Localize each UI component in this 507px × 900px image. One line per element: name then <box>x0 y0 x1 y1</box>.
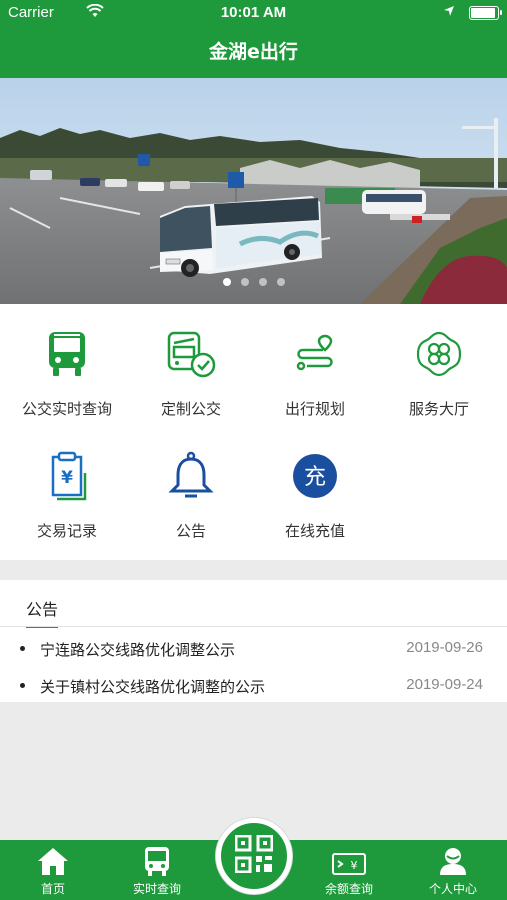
announcement-title: 关于镇村公交线路优化调整的公示 <box>40 678 266 696</box>
pager-dot[interactable] <box>240 278 249 286</box>
announcement-panel: 公告 宁连路公交线路优化调整公示 2019-09-26 关于镇村公交线路优化调整… <box>0 580 507 702</box>
tile-label: 定制公交 <box>160 400 221 418</box>
tile-transactions[interactable]: ¥ 交易记录 <box>4 448 130 541</box>
bullet <box>20 683 25 688</box>
tab-balance[interactable]: ¥ 余额查询 <box>299 840 399 900</box>
tab-home[interactable]: 首页 <box>3 840 103 900</box>
pager-dot[interactable] <box>276 278 285 286</box>
divider <box>0 626 507 627</box>
custom-bus-icon <box>163 326 219 382</box>
svg-text:¥: ¥ <box>351 859 358 872</box>
tile-label: 公交实时查询 <box>21 400 112 418</box>
tab-label: 个人中心 <box>428 882 477 896</box>
location-arrow-icon <box>443 4 455 21</box>
tile-label: 交易记录 <box>36 522 97 540</box>
carousel-pager <box>0 271 507 290</box>
tile-label: 公告 <box>175 522 206 540</box>
recharge-icon-glyph: 充 <box>304 465 326 490</box>
service-grid: 公交实时查询 定制公交 出行规划 服务大厅 ¥ 交易记录 公告 充 在线充值 <box>0 304 507 560</box>
bus-icon <box>39 326 95 382</box>
bus-front-icon <box>107 840 207 876</box>
tile-bus-realtime[interactable]: 公交实时查询 <box>4 326 130 419</box>
battery-icon <box>469 6 502 20</box>
bullet <box>20 646 25 651</box>
tile-service-hall[interactable]: 服务大厅 <box>376 326 502 419</box>
tab-label: 首页 <box>40 882 65 896</box>
pager-dot[interactable] <box>222 278 231 286</box>
bell-icon <box>163 448 219 504</box>
status-bar: Carrier 10:01 AM <box>0 0 507 26</box>
tab-profile[interactable]: 个人中心 <box>403 840 503 900</box>
banner-carousel[interactable] <box>0 78 507 304</box>
nav-bar: 金湖e出行 <box>0 26 507 78</box>
announcement-title: 宁连路公交线路优化调整公示 <box>40 641 236 659</box>
svg-text:¥: ¥ <box>61 468 73 488</box>
route-plan-icon <box>287 326 343 382</box>
list-item[interactable]: 关于镇村公交线路优化调整的公示 2019-09-24 <box>0 671 507 699</box>
announcement-date: 2019-09-24 <box>406 676 483 693</box>
list-item[interactable]: 宁连路公交线路优化调整公示 2019-09-26 <box>0 634 507 662</box>
tile-label: 在线充值 <box>284 522 345 540</box>
announcement-date: 2019-09-26 <box>406 639 483 656</box>
tile-recharge[interactable]: 充 在线充值 <box>252 448 378 541</box>
tab-label: 余额查询 <box>324 882 373 896</box>
tile-custom-bus[interactable]: 定制公交 <box>128 326 254 419</box>
tile-route-plan[interactable]: 出行规划 <box>252 326 378 419</box>
tab-realtime[interactable]: 实时查询 <box>107 840 207 900</box>
scan-qr-button[interactable] <box>216 818 292 894</box>
clover-icon <box>411 326 467 382</box>
home-icon <box>3 840 103 876</box>
tile-label: 服务大厅 <box>408 400 469 418</box>
receipt-icon: ¥ <box>39 448 95 504</box>
clock: 10:01 AM <box>220 4 287 21</box>
tab-label: 实时查询 <box>132 882 181 896</box>
page-title: 金湖e出行 <box>209 41 298 63</box>
pager-dot[interactable] <box>258 278 267 286</box>
announcement-heading: 公告 <box>26 596 59 628</box>
card-balance-icon: ¥ <box>299 840 399 876</box>
qr-code-icon <box>234 834 274 877</box>
tile-announcements[interactable]: 公告 <box>128 448 254 541</box>
recharge-icon: 充 <box>287 448 343 504</box>
user-icon <box>403 840 503 876</box>
tile-label: 出行规划 <box>284 400 345 418</box>
